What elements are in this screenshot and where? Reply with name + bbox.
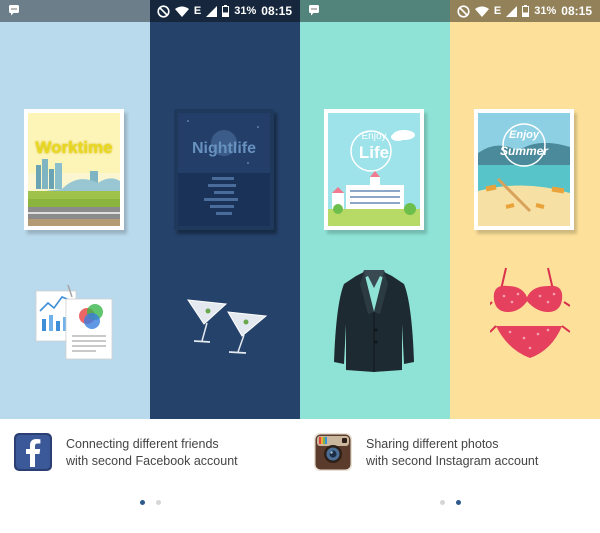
signal-icon bbox=[506, 5, 518, 17]
poster-enjoy-life: Enjoy Life bbox=[324, 109, 424, 230]
description-line-1: Sharing different photos bbox=[366, 437, 499, 451]
category-panel-worktime: Worktime bbox=[0, 0, 150, 419]
clock: 08:15 bbox=[261, 4, 292, 18]
category-panel-nightlife: Nightlife bbox=[150, 0, 300, 419]
page-dot-2[interactable] bbox=[456, 500, 461, 505]
app-root: E 31% 08:15 Worktime Nightlife Connectin… bbox=[0, 0, 600, 533]
notification-icon bbox=[8, 4, 20, 16]
page-dot-1[interactable] bbox=[440, 500, 445, 505]
description-line-1: Connecting different friends bbox=[66, 437, 219, 451]
page-indicator bbox=[0, 500, 300, 508]
feature-info: Sharing different photos with second Ins… bbox=[300, 419, 600, 533]
network-type-label: E bbox=[493, 5, 502, 17]
poster-enjoy-summer: Enjoy Summer bbox=[474, 109, 574, 230]
wifi-icon bbox=[474, 6, 489, 17]
blazer-icon bbox=[332, 268, 416, 374]
poster-label-enjoy-life: Enjoy Life bbox=[358, 131, 390, 162]
battery-percent: 31% bbox=[234, 5, 257, 17]
paper-charts-icon bbox=[32, 283, 114, 363]
battery-icon bbox=[522, 5, 530, 17]
page-dot-2[interactable] bbox=[156, 500, 161, 505]
do-not-disturb-icon bbox=[457, 4, 470, 18]
page-indicator bbox=[300, 500, 600, 508]
notification-icon bbox=[308, 4, 320, 16]
wifi-icon bbox=[174, 6, 189, 17]
poster-label-worktime: Worktime bbox=[35, 138, 113, 157]
category-panel-enjoy-life: Enjoy Life bbox=[300, 0, 450, 419]
onboarding-screen-facebook[interactable]: E 31% 08:15 Worktime Nightlife Connectin… bbox=[0, 0, 300, 533]
status-bar: E 31% 08:15 bbox=[300, 0, 600, 22]
poster-label-enjoy-summer: Enjoy Summer bbox=[499, 129, 549, 158]
clock: 08:15 bbox=[561, 4, 592, 18]
bikini-icon bbox=[490, 266, 570, 366]
battery-icon bbox=[222, 5, 230, 17]
facebook-icon bbox=[14, 433, 52, 471]
poster-worktime: Worktime bbox=[24, 109, 124, 230]
onboarding-screen-instagram[interactable]: E 31% 08:15 Enjoy Life Enjoy Summer Shar… bbox=[300, 0, 600, 533]
instagram-icon bbox=[314, 433, 352, 471]
description-line-2: with second Facebook account bbox=[66, 454, 238, 468]
feature-info: Connecting different friends with second… bbox=[0, 419, 300, 533]
signal-icon bbox=[206, 5, 218, 17]
battery-percent: 31% bbox=[534, 5, 557, 17]
network-type-label: E bbox=[193, 5, 202, 17]
page-dot-1[interactable] bbox=[140, 500, 145, 505]
category-panel-enjoy-summer: Enjoy Summer bbox=[450, 0, 600, 419]
do-not-disturb-icon bbox=[157, 4, 170, 18]
description-line-2: with second Instagram account bbox=[366, 454, 539, 468]
poster-nightlife: Nightlife bbox=[174, 109, 274, 230]
poster-label-nightlife: Nightlife bbox=[192, 140, 256, 157]
martini-glasses-icon bbox=[186, 294, 268, 356]
status-bar: E 31% 08:15 bbox=[0, 0, 300, 22]
